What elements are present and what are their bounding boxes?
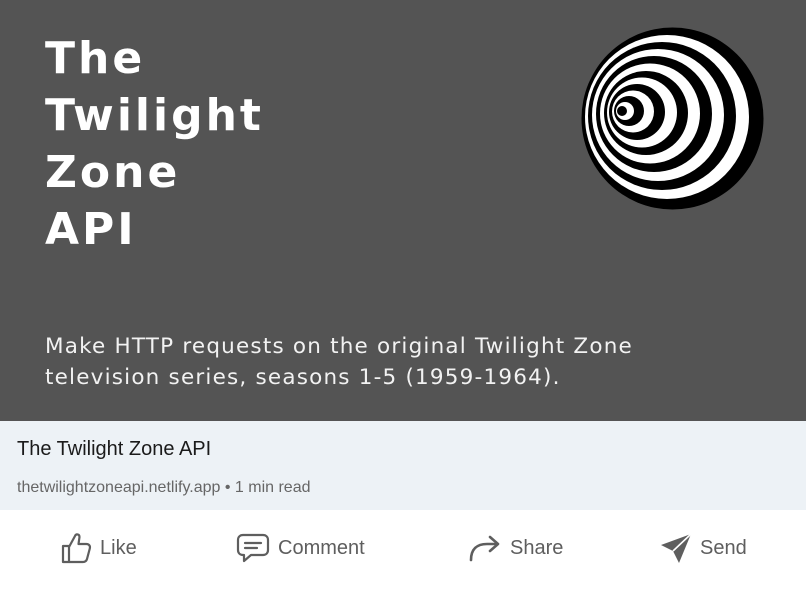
social-actions-bar: Like Comment Share Send	[0, 510, 806, 590]
hero-title-line: Zone	[45, 147, 181, 198]
spiral-target-icon	[581, 27, 764, 210]
comment-icon	[236, 533, 270, 563]
hero-title-line: The	[45, 33, 146, 84]
hero-description: Make HTTP requests on the original Twili…	[45, 331, 785, 393]
link-title[interactable]: The Twilight Zone API	[17, 438, 211, 461]
thumbs-up-icon	[61, 533, 92, 564]
hero-description-line: television series, seasons 1-5 (1959-196…	[45, 365, 561, 390]
like-label: Like	[100, 536, 137, 559]
link-subtitle: thetwilightzoneapi.netlify.app • 1 min r…	[17, 479, 311, 497]
link-preview-card: The Twilight Zone API Make HTTP requests…	[0, 0, 806, 590]
comment-label: Comment	[278, 536, 365, 559]
hero-title: The Twilight Zone API	[45, 30, 264, 258]
hero-title-line: Twilight	[45, 90, 264, 141]
comment-button[interactable]: Comment	[236, 528, 365, 568]
share-arrow-icon	[469, 535, 500, 562]
send-paper-plane-icon	[661, 533, 692, 563]
link-source: thetwilightzoneapi.netlify.app	[17, 479, 221, 496]
read-time: 1 min read	[234, 479, 311, 496]
hero-title-line: API	[45, 204, 137, 255]
share-button[interactable]: Share	[468, 528, 563, 568]
send-label: Send	[700, 536, 747, 559]
link-meta[interactable]: The Twilight Zone API thetwilightzoneapi…	[0, 421, 806, 510]
preview-image[interactable]: The Twilight Zone API Make HTTP requests…	[0, 0, 806, 421]
hero-description-line: Make HTTP requests on the original Twili…	[45, 334, 633, 359]
share-label: Share	[510, 536, 564, 559]
like-button[interactable]: Like	[60, 528, 137, 568]
send-button[interactable]: Send	[660, 528, 747, 568]
separator-dot: •	[224, 479, 231, 496]
